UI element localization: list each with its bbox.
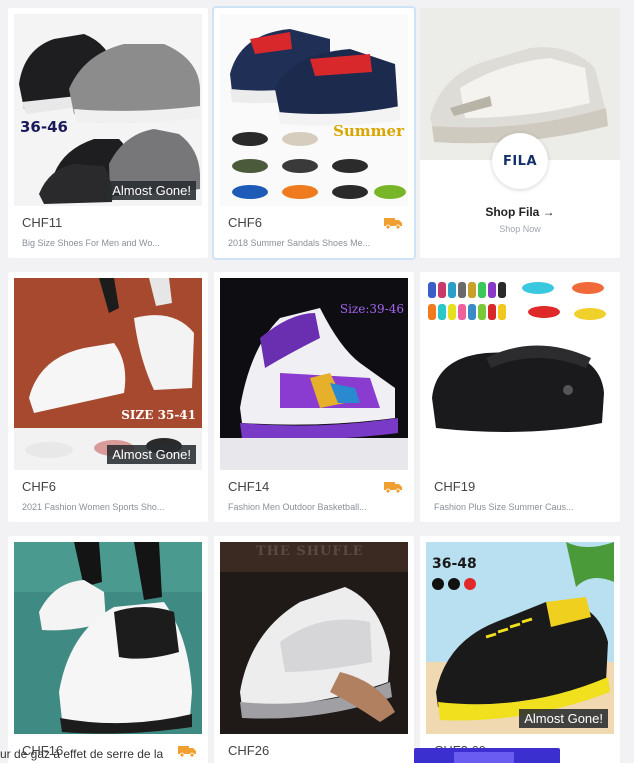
product-card[interactable]: Size:39-46 CHF14 Fashion Men Outdoor Bas… bbox=[214, 272, 414, 522]
almost-gone-badge: Almost Gone! bbox=[107, 445, 196, 464]
truck-icon bbox=[384, 482, 402, 493]
size-range-label: SIZE 35-41 bbox=[121, 408, 196, 422]
product-title: Fashion Men Outdoor Basketball... bbox=[228, 502, 367, 512]
brand-shop-link[interactable]: Shop Fila → bbox=[420, 205, 620, 219]
product-grid: 36-46 Almost Gone! CHF11 Big Size Shoes … bbox=[8, 6, 620, 763]
product-price: CHF11 bbox=[22, 215, 63, 230]
product-card[interactable]: Summer CHF6 2018 Summer Sandals Shoes Me… bbox=[212, 6, 416, 260]
product-price: CHF26 bbox=[228, 743, 270, 758]
product-image: SIZE 35-41 Almost Gone! bbox=[14, 278, 202, 470]
footer-snippet: ur de gaz à effet de serre de la bbox=[0, 747, 164, 761]
product-card[interactable]: CHF16 bbox=[8, 536, 208, 763]
product-price: CHF6 bbox=[22, 479, 56, 494]
footer-banner-image[interactable] bbox=[414, 748, 560, 763]
product-price: CHF14 bbox=[228, 479, 270, 494]
product-price: CHF19 bbox=[434, 479, 476, 494]
size-range-label: 36-46 bbox=[20, 118, 68, 136]
product-card[interactable]: CHF19 Fashion Plus Size Summer Caus... bbox=[420, 272, 620, 522]
almost-gone-badge: Almost Gone! bbox=[519, 709, 608, 728]
summer-label: Summer bbox=[333, 122, 404, 140]
product-title: 2018 Summer Sandals Shoes Me... bbox=[228, 238, 371, 248]
product-image bbox=[426, 278, 614, 470]
product-image: THE SHUFLE bbox=[220, 542, 408, 734]
product-price: CHF6 bbox=[228, 215, 262, 230]
truck-icon bbox=[178, 746, 196, 757]
product-image bbox=[14, 542, 202, 734]
product-card[interactable]: 36-46 Almost Gone! CHF11 Big Size Shoes … bbox=[8, 8, 208, 258]
product-image: Size:39-46 bbox=[220, 278, 408, 470]
product-card[interactable]: 36-48 Almost Gone! CHF3.69 bbox=[420, 536, 620, 763]
fila-logo: FILA bbox=[492, 133, 548, 189]
product-card[interactable]: SIZE 35-41 Almost Gone! CHF6 2021 Fashio… bbox=[8, 272, 208, 522]
product-image: 36-46 Almost Gone! bbox=[14, 14, 202, 206]
product-image: 36-48 Almost Gone! bbox=[426, 542, 614, 734]
banner-text: THE SHUFLE bbox=[256, 544, 364, 559]
truck-icon bbox=[384, 218, 402, 229]
product-image: Summer bbox=[220, 14, 408, 206]
product-title: 2021 Fashion Women Sports Sho... bbox=[22, 502, 165, 512]
product-card[interactable]: THE SHUFLE CHF26 bbox=[214, 536, 414, 763]
product-title: Big Size Shoes For Men and Wo... bbox=[22, 238, 160, 248]
almost-gone-badge: Almost Gone! bbox=[107, 181, 196, 200]
brand-shop-now[interactable]: Shop Now bbox=[420, 224, 620, 234]
size-range-label: Size:39-46 bbox=[339, 302, 404, 316]
brand-card-fila[interactable]: FILA Shop Fila → Shop Now bbox=[420, 8, 620, 258]
size-range-label: 36-48 bbox=[432, 556, 477, 572]
product-title: Fashion Plus Size Summer Caus... bbox=[434, 502, 574, 512]
